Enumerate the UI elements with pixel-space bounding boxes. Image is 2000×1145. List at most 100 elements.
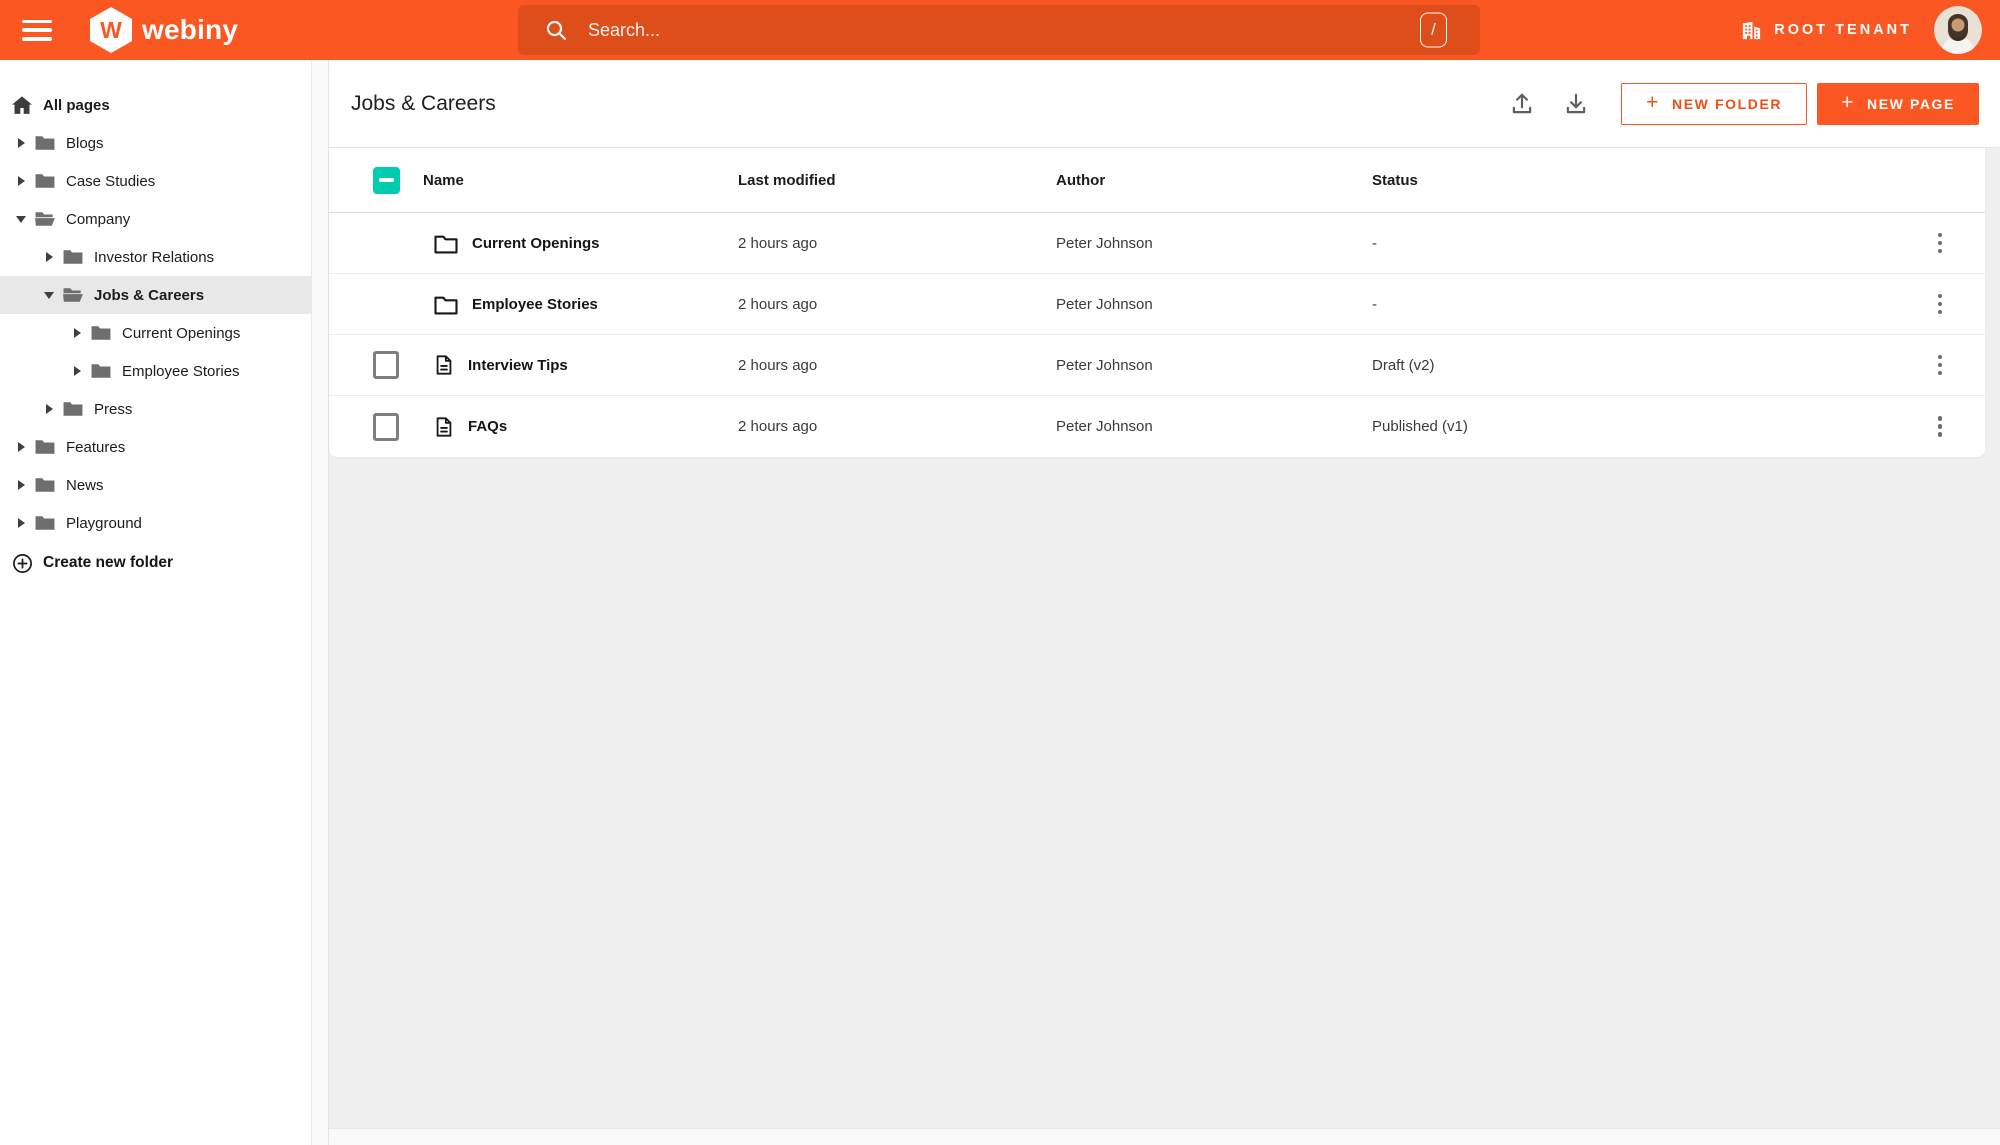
- main-panel: Jobs & Careers + NEW FOLDER + NEW PAGE N…: [329, 60, 2000, 1145]
- sidebar-item-company[interactable]: Company: [0, 200, 311, 238]
- sidebar-item-label: Playground: [66, 514, 142, 532]
- avatar-image: [1934, 6, 1982, 54]
- chevron-down-icon[interactable]: [42, 291, 56, 299]
- keyboard-shortcut-badge: /: [1420, 12, 1447, 48]
- row-last-modified: 2 hours ago: [738, 356, 818, 374]
- column-header-status[interactable]: Status: [1372, 172, 1895, 189]
- column-header-last-modified[interactable]: Last modified: [738, 172, 1056, 189]
- folder-sidebar: All pages Blogs Case Studies Company Invest…: [0, 60, 311, 1145]
- table-row-current-openings[interactable]: Current Openings 2 hours ago Peter Johnson…: [329, 213, 1985, 274]
- chevron-right-icon[interactable]: [14, 480, 28, 490]
- page-header: Jobs & Careers + NEW FOLDER + NEW PAGE: [329, 60, 2000, 147]
- sidebar-item-playground[interactable]: Playground: [0, 504, 311, 542]
- select-all-checkbox[interactable]: [373, 166, 400, 194]
- row-name[interactable]: FAQs: [423, 416, 738, 438]
- sidebar-item-label: Press: [94, 400, 133, 418]
- row-checkbox[interactable]: [373, 412, 399, 441]
- row-author: Peter Johnson: [1056, 295, 1153, 313]
- folder-outline-icon: [434, 296, 458, 314]
- plus-circle-icon: [13, 553, 32, 573]
- column-header-name[interactable]: Name: [423, 172, 738, 189]
- row-name[interactable]: Employee Stories: [423, 294, 738, 315]
- sidebar-item-label: Features: [66, 438, 126, 456]
- row-status: -: [1372, 295, 1377, 313]
- sidebar-item-label: Current Openings: [122, 324, 241, 342]
- folder-icon: [35, 478, 55, 492]
- sidebar-item-jobs-careers[interactable]: Jobs & Careers: [0, 276, 311, 314]
- create-folder-label: Create new folder: [43, 554, 174, 571]
- row-author: Peter Johnson: [1056, 418, 1153, 435]
- sidebar-item-investor-relations[interactable]: Investor Relations: [0, 238, 311, 276]
- webiny-hexagon-icon: W: [90, 7, 132, 53]
- user-avatar[interactable]: [1934, 6, 1982, 54]
- sidebar-scrollbar-track[interactable]: [311, 60, 329, 1145]
- chevron-right-icon[interactable]: [14, 518, 28, 528]
- row-last-modified: 2 hours ago: [738, 234, 818, 252]
- chevron-right-icon[interactable]: [14, 176, 28, 186]
- plus-icon: +: [1646, 91, 1661, 114]
- search-icon: [546, 20, 567, 41]
- row-last-modified: 2 hours ago: [738, 295, 818, 313]
- folder-icon: [91, 326, 111, 340]
- chevron-right-icon[interactable]: [70, 366, 84, 376]
- new-page-button[interactable]: + NEW PAGE: [1817, 82, 1979, 125]
- row-status: Draft (v2): [1372, 356, 1435, 374]
- row-actions-menu-button[interactable]: [1930, 347, 1951, 384]
- sidebar-item-label: All pages: [43, 96, 110, 114]
- chevron-right-icon[interactable]: [42, 404, 56, 414]
- horizontal-scrollbar[interactable]: [329, 1128, 2000, 1145]
- sidebar-item-label: Jobs & Careers: [94, 286, 205, 304]
- sidebar-item-label: Case Studies: [66, 172, 156, 190]
- webiny-logo[interactable]: W webiny: [90, 7, 238, 53]
- sidebar-item-label: Blogs: [66, 134, 104, 152]
- folder-icon: [35, 136, 55, 150]
- row-author: Peter Johnson: [1056, 356, 1153, 374]
- sidebar-item-label: News: [66, 476, 104, 494]
- row-actions-menu-button[interactable]: [1930, 225, 1951, 262]
- sidebar-item-news[interactable]: News: [0, 466, 311, 504]
- chevron-down-icon[interactable]: [14, 215, 28, 223]
- home-icon: [12, 95, 32, 114]
- row-name[interactable]: Current Openings: [423, 233, 738, 254]
- sidebar-item-blogs[interactable]: Blogs: [0, 124, 311, 162]
- sidebar-item-press[interactable]: Press: [0, 390, 311, 428]
- download-icon: [1566, 93, 1586, 113]
- new-folder-button[interactable]: + NEW FOLDER: [1621, 82, 1808, 125]
- sidebar-item-current-openings[interactable]: Current Openings: [0, 314, 311, 352]
- row-actions-menu-button[interactable]: [1930, 286, 1951, 323]
- row-actions-menu-button[interactable]: [1930, 408, 1951, 445]
- row-name[interactable]: Interview Tips: [423, 354, 738, 376]
- tenant-label: ROOT TENANT: [1774, 22, 1912, 38]
- tenant-selector[interactable]: ROOT TENANT: [1740, 19, 1912, 42]
- import-button[interactable]: [1501, 83, 1543, 125]
- row-name-label: FAQs: [468, 418, 508, 435]
- search-input[interactable]: [588, 19, 1400, 41]
- folder-outline-icon: [434, 235, 458, 253]
- folder-icon: [91, 364, 111, 378]
- table-row-faqs[interactable]: FAQs 2 hours ago Peter Johnson Published (v…: [329, 396, 1985, 457]
- folder-icon: [35, 516, 55, 530]
- row-name-label: Current Openings: [472, 234, 600, 252]
- sidebar-item-all-pages[interactable]: All pages: [0, 86, 311, 124]
- column-header-author[interactable]: Author: [1056, 172, 1372, 189]
- create-new-folder-button[interactable]: Create new folder: [0, 544, 311, 582]
- table-header-row: Name Last modified Author Status: [329, 148, 1985, 213]
- sidebar-item-case-studies[interactable]: Case Studies: [0, 162, 311, 200]
- chevron-right-icon[interactable]: [70, 328, 84, 338]
- sidebar-item-label: Company: [66, 210, 131, 228]
- chevron-right-icon[interactable]: [14, 138, 28, 148]
- page-icon: [436, 416, 452, 437]
- table-row-employee-stories[interactable]: Employee Stories 2 hours ago Peter Johnson…: [329, 274, 1985, 335]
- search-bar[interactable]: /: [518, 5, 1480, 55]
- export-button[interactable]: [1555, 83, 1597, 125]
- chevron-right-icon[interactable]: [42, 252, 56, 262]
- row-checkbox[interactable]: [373, 351, 399, 379]
- folder-open-icon: [35, 212, 55, 226]
- folder-icon: [35, 174, 55, 188]
- table-row-interview-tips[interactable]: Interview Tips 2 hours ago Peter Johnson Dr…: [329, 335, 1985, 396]
- sidebar-item-features[interactable]: Features: [0, 428, 311, 466]
- sidebar-item-employee-stories[interactable]: Employee Stories: [0, 352, 311, 390]
- menu-button[interactable]: [22, 19, 52, 41]
- upload-icon: [1512, 93, 1532, 113]
- chevron-right-icon[interactable]: [14, 442, 28, 452]
